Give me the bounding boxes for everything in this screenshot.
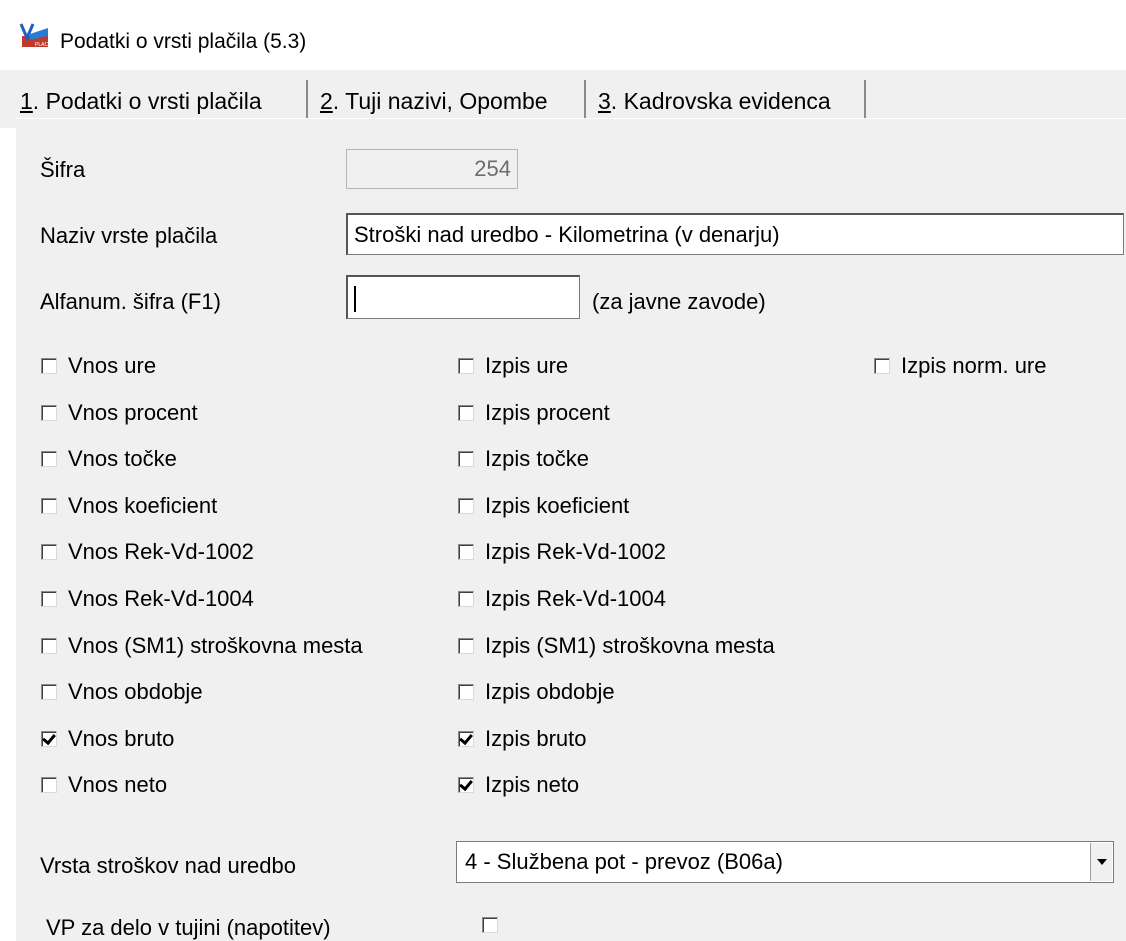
checkbox-label: Izpis bruto (485, 725, 587, 751)
vrsta-stroskov-select[interactable]: 4 - Službena pot - prevoz (B06a) (456, 841, 1114, 883)
checkbox-row[interactable]: Vnos Rek-Vd-1002 (41, 537, 254, 567)
checkbox-label: Izpis koeficient (485, 492, 630, 518)
checkbox[interactable] (458, 684, 474, 701)
checkbox[interactable] (458, 451, 474, 468)
checkbox-row[interactable]: Vnos ure (41, 351, 156, 381)
checkbox-row[interactable]: Izpis točke (458, 444, 589, 474)
checkbox-label: Vnos Rek-Vd-1002 (68, 539, 254, 565)
tab-tuji-nazivi[interactable]: 2. Tuji nazivi, Opombe (314, 82, 554, 120)
checkbox-row[interactable]: Vnos Rek-Vd-1004 (41, 584, 254, 614)
checkbox-label: Izpis norm. ure (901, 353, 1047, 378)
checkbox[interactable] (458, 358, 474, 374)
checkbox-label: Izpis Rek-Vd-1004 (485, 586, 666, 611)
alfa-label: Alfanum. šifra (F1) (40, 289, 221, 314)
tab-panel: Šifra 254 Naziv vrste plačila Stroški na… (16, 118, 1126, 941)
checkbox-label: Izpis obdobje (485, 679, 615, 705)
checkbox-label: Izpis neto (485, 772, 580, 798)
checkbox-label: Vnos neto (68, 772, 168, 798)
tab-mnemonic: 1 (20, 88, 33, 114)
checkbox[interactable] (458, 591, 474, 607)
tab-separator (864, 80, 866, 120)
chevron-down-icon[interactable] (1090, 843, 1112, 881)
checkbox[interactable] (458, 730, 474, 747)
tab-kadrovska[interactable]: 3. Kadrovska evidenca (592, 82, 837, 120)
tab-podatki[interactable]: 1. Podatki o vrsti plačila (14, 82, 268, 120)
vrsta-stroskov-value: 4 - Službena pot - prevoz (B06a) (465, 849, 783, 874)
tab-mnemonic: 3 (598, 88, 611, 114)
checkbox-row[interactable]: Izpis (SM1) stroškovna mesta (458, 631, 775, 661)
checkbox-row[interactable]: Vnos točke (41, 444, 177, 474)
checkbox[interactable] (41, 637, 57, 654)
checkbox-row[interactable]: Vnos obdobje (41, 677, 203, 707)
alfa-hint: (za javne zavode) (592, 289, 766, 314)
checkbox-row[interactable]: Vnos koeficient (41, 491, 217, 521)
checkbox-row[interactable]: Izpis norm. ure (874, 351, 1047, 381)
naziv-label: Naziv vrste plačila (40, 223, 218, 248)
vp-tujina-label: VP za delo v tujini (napotitev) (46, 915, 331, 940)
checkbox-label: Izpis ure (485, 353, 569, 378)
checkbox[interactable] (41, 684, 57, 701)
checkbox[interactable] (41, 404, 57, 421)
window-titlebar: PLACE Podatki o vrsti plačila (5.3) (0, 0, 1126, 70)
checkbox[interactable] (874, 358, 890, 374)
checkbox[interactable] (41, 544, 57, 561)
checkbox-label: Vnos bruto (68, 725, 175, 751)
checkbox-label: Vnos koeficient (68, 492, 218, 518)
checkbox[interactable] (458, 637, 474, 654)
tab-separator (306, 80, 308, 120)
checkbox-label: Izpis procent (485, 399, 610, 425)
checkbox-label: Vnos ure (68, 353, 157, 378)
checkbox-label: Vnos (SM1) stroškovna mesta (68, 632, 363, 658)
checkbox[interactable] (458, 777, 474, 794)
checkbox-row[interactable]: Izpis neto (458, 770, 579, 800)
checkbox[interactable] (41, 777, 57, 794)
tab-label: . Podatki o vrsti plačila (32, 88, 262, 114)
text-caret (354, 286, 356, 313)
checkbox[interactable] (41, 358, 57, 374)
checkbox-label: Izpis točke (485, 446, 589, 472)
checkbox-row[interactable]: Izpis Rek-Vd-1004 (458, 584, 666, 614)
checkbox-label: Izpis (SM1) stroškovna mesta (485, 632, 775, 658)
sifra-label: Šifra (40, 157, 86, 182)
app-icon: PLACE (19, 23, 50, 48)
checkbox-row[interactable]: Vnos (SM1) stroškovna mesta (41, 631, 363, 661)
checkbox-row[interactable]: Izpis procent (458, 398, 610, 428)
naziv-field[interactable]: Stroški nad uredbo - Kilometrina (v dena… (346, 213, 1124, 255)
tab-label: . Tuji nazivi, Opombe (332, 88, 548, 114)
svg-text:PLACE: PLACE (35, 42, 50, 48)
checkbox-row[interactable]: Izpis ure (458, 351, 568, 381)
tab-separator (584, 80, 586, 120)
checkbox-label: Vnos Rek-Vd-1004 (68, 586, 254, 611)
tab-mnemonic: 2 (320, 88, 333, 114)
checkbox-label: Vnos obdobje (68, 679, 203, 705)
checkbox-row[interactable]: Vnos neto (41, 770, 167, 800)
sifra-field: 254 (346, 149, 518, 189)
checkbox-row[interactable]: Izpis koeficient (458, 491, 629, 521)
checkbox-row[interactable]: Izpis Rek-Vd-1002 (458, 537, 666, 567)
checkbox-label: Vnos procent (68, 399, 198, 425)
checkbox-row[interactable]: Izpis obdobje (458, 677, 615, 707)
vp-tujina-checkbox[interactable] (482, 917, 498, 933)
checkbox-row[interactable]: Vnos bruto (41, 724, 174, 754)
tab-label: . Kadrovska evidenca (610, 88, 831, 114)
checkbox[interactable] (458, 544, 474, 561)
checkbox-label: Izpis Rek-Vd-1002 (485, 539, 666, 565)
checkbox[interactable] (41, 451, 57, 468)
checkbox[interactable] (458, 497, 474, 514)
checkbox-row[interactable]: Vnos procent (41, 398, 198, 428)
checkbox-label: Vnos točke (68, 446, 177, 472)
checkbox[interactable] (458, 404, 474, 421)
checkbox[interactable] (41, 730, 57, 747)
window-title: Podatki o vrsti plačila (5.3) (60, 30, 307, 53)
checkbox[interactable] (41, 591, 57, 607)
alfa-field[interactable] (346, 275, 580, 319)
vrsta-stroskov-label: Vrsta stroškov nad uredbo (40, 853, 296, 878)
checkbox[interactable] (41, 497, 57, 514)
checkbox-row[interactable]: Izpis bruto (458, 724, 587, 754)
